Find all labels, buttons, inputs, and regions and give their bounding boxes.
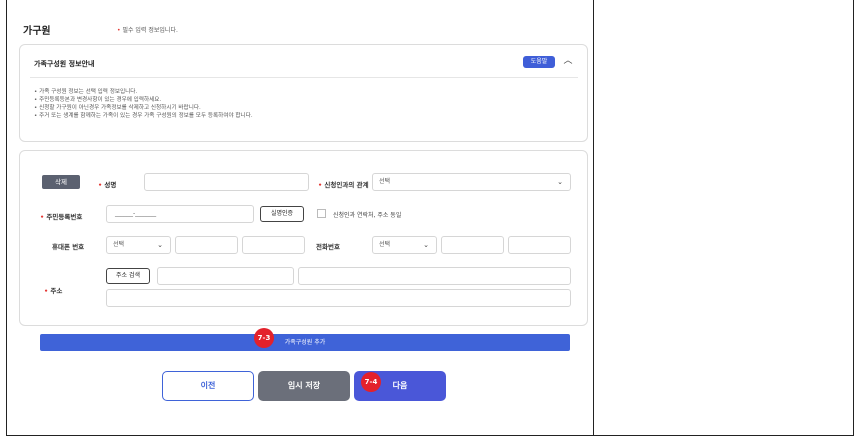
chevron-down-icon: ⌄ xyxy=(423,241,429,249)
phone-prefix-select[interactable]: 선택 ⌄ xyxy=(372,236,437,254)
verify-name-button[interactable]: 실명인증 xyxy=(260,206,304,222)
add-family-member-button[interactable]: 가족구성원 추가 xyxy=(40,334,570,351)
info-title: 가족구성원 정보안내 xyxy=(34,60,95,68)
mobile-last-input[interactable] xyxy=(242,236,305,254)
same-as-applicant-checkbox[interactable] xyxy=(317,209,326,218)
info-list: • 가족 구성원 정보는 선택 입력 정보입니다. • 주민등록등본과 변경사항… xyxy=(34,88,253,120)
address-label-text: 주소 xyxy=(50,287,63,295)
required-dot-icon: • xyxy=(40,213,45,221)
relation-select-value: 선택 xyxy=(379,178,391,185)
step-badge: 7-4 xyxy=(361,372,381,392)
name-label: • 성명 xyxy=(98,179,116,189)
mobile-prefix-select[interactable]: 선택 ⌄ xyxy=(106,236,171,254)
phone-middle-input[interactable] xyxy=(441,236,504,254)
zipcode-input[interactable] xyxy=(157,267,294,285)
chevron-down-icon: ⌄ xyxy=(157,241,163,249)
phone-label: 전화번호 xyxy=(316,243,340,251)
name-label-text: 성명 xyxy=(104,181,117,189)
main-panel: 가구원 • 필수 입력 정보입니다. 가족구성원 정보안내 도움말 ︿ • 가족… xyxy=(7,0,593,436)
info-box: 가족구성원 정보안내 도움말 ︿ • 가족 구성원 정보는 선택 입력 정보입니… xyxy=(19,44,588,142)
phone-select-value: 선택 xyxy=(379,241,391,248)
temp-save-button[interactable]: 임시 저장 xyxy=(258,371,350,401)
step-badge: 7-3 xyxy=(254,328,274,348)
required-note: • 필수 입력 정보입니다. xyxy=(117,25,178,34)
address-detail-input[interactable] xyxy=(106,289,571,307)
relation-label: • 신청인과의 관계 xyxy=(318,179,369,189)
address-input[interactable] xyxy=(298,267,571,285)
mobile-middle-input[interactable] xyxy=(175,236,238,254)
phone-last-input[interactable] xyxy=(508,236,571,254)
family-member-form: 삭제 • 성명 • 신청인과의 관계 선택 ⌄ • 주민등록번호 ______-_… xyxy=(19,150,588,326)
name-input[interactable] xyxy=(144,173,309,191)
info-item: • 주민등록등본과 변경사항이 있는 경우에 입력하세요. xyxy=(34,97,162,103)
required-dot-icon: • xyxy=(44,287,49,295)
required-dot-icon: • xyxy=(98,181,103,189)
prev-button[interactable]: 이전 xyxy=(162,371,254,401)
same-as-applicant-label: 신청인과 연락처, 주소 동일 xyxy=(333,212,402,219)
address-search-button[interactable]: 주소 검색 xyxy=(106,268,150,284)
chevron-up-icon[interactable]: ︿ xyxy=(562,55,574,67)
mobile-label: 휴대폰 번호 xyxy=(52,243,85,251)
info-item: • 신청할 가구원이 아닌경우 가족정보를 삭제하고 신청하시기 바랍니다. xyxy=(34,105,201,111)
info-divider xyxy=(30,77,578,78)
chevron-down-icon: ⌄ xyxy=(557,178,563,186)
rrn-input[interactable]: ______-_______ xyxy=(106,205,254,223)
address-label: • 주소 xyxy=(44,285,62,295)
panel-divider xyxy=(593,0,594,436)
rrn-label: • 주민등록번호 xyxy=(40,211,82,221)
section-title: 가구원 xyxy=(23,26,51,37)
required-dot-icon: • xyxy=(117,27,121,34)
mobile-select-value: 선택 xyxy=(113,241,125,248)
delete-button[interactable]: 삭제 xyxy=(42,175,80,189)
help-button[interactable]: 도움말 xyxy=(523,56,555,68)
info-item: • 주거 또는 생계를 함께하는 가족이 있는 경우 가족 구성원의 정보를 모… xyxy=(34,113,253,119)
required-note-text: 필수 입력 정보입니다. xyxy=(122,27,178,34)
relation-label-text: 신청인과의 관계 xyxy=(324,181,369,189)
required-dot-icon: • xyxy=(318,181,323,189)
rrn-label-text: 주민등록번호 xyxy=(46,213,83,221)
info-item: • 가족 구성원 정보는 선택 입력 정보입니다. xyxy=(34,89,138,95)
relation-select[interactable]: 선택 ⌄ xyxy=(372,173,571,191)
